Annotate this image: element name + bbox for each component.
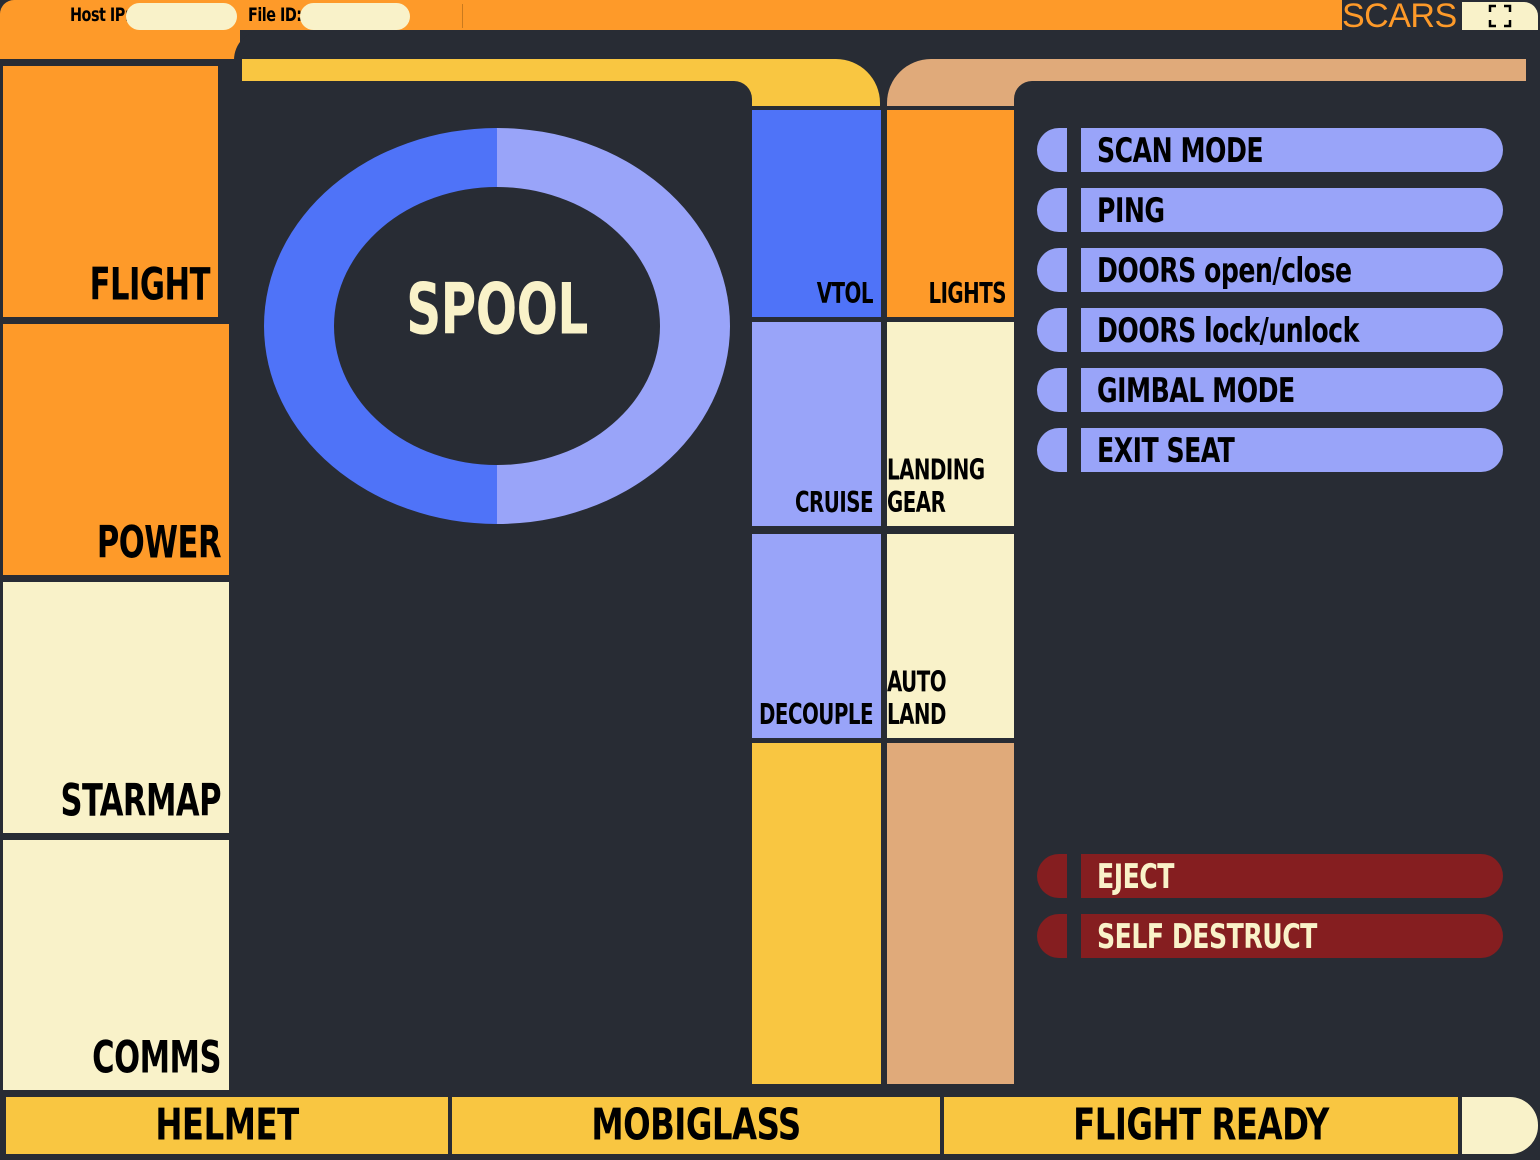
header-lower-strip	[0, 30, 240, 59]
doors-lock-unlock-label: DOORS lock/unlock	[1097, 310, 1359, 350]
eject-button[interactable]: EJECT	[1037, 854, 1503, 898]
starmap-label: STARMAP	[60, 775, 221, 827]
flight-ready-button[interactable]: FLIGHT READY	[944, 1097, 1458, 1154]
eject-label: EJECT	[1097, 856, 1174, 896]
vtol-label: VTOL	[816, 278, 874, 312]
lights-button[interactable]: LIGHTS	[887, 110, 1014, 317]
lights-label: LIGHTS	[928, 278, 1006, 312]
brand-title: SCARS	[1342, 0, 1457, 35]
host-ip-label: Host IP:	[70, 3, 131, 26]
landing-gear-label: LANDING GEAR	[887, 455, 985, 520]
scan-mode-button[interactable]: SCAN MODE	[1037, 128, 1503, 172]
bottom-bar-endcap	[1462, 1097, 1538, 1154]
exit-seat-button[interactable]: EXIT SEAT	[1037, 428, 1503, 472]
mobiglass-button[interactable]: MOBIGLASS	[452, 1097, 940, 1154]
flight-label: FLIGHT	[89, 259, 211, 311]
decouple-button[interactable]: DECOUPLE	[752, 534, 881, 738]
flight-ready-label: FLIGHT READY	[1073, 1100, 1329, 1151]
doors-open-close-label: DOORS open/close	[1097, 250, 1352, 290]
spool-button[interactable]: SPOOL	[264, 128, 730, 524]
mobiglass-label: MOBIGLASS	[591, 1100, 801, 1151]
power-button[interactable]: POWER	[3, 324, 229, 575]
gimbal-mode-label: GIMBAL MODE	[1097, 370, 1295, 410]
helmet-label: HELMET	[155, 1100, 299, 1151]
landing-gear-button[interactable]: LANDING GEAR	[887, 322, 1014, 526]
self-destruct-label: SELF DESTRUCT	[1097, 916, 1317, 956]
auto-land-label: AUTO LAND	[887, 667, 947, 732]
flight-button[interactable]: FLIGHT	[3, 66, 218, 317]
vtol-button[interactable]: VTOL	[752, 110, 881, 317]
comms-button[interactable]: COMMS	[3, 840, 229, 1090]
decouple-label: DECOUPLE	[758, 699, 874, 733]
cruise-label: CRUISE	[795, 487, 873, 521]
self-destruct-button[interactable]: SELF DESTRUCT	[1037, 914, 1503, 958]
starmap-button[interactable]: STARMAP	[3, 582, 229, 833]
comms-label: COMMS	[92, 1032, 221, 1084]
ping-label: PING	[1097, 190, 1165, 230]
host-ip-input[interactable]	[126, 3, 237, 30]
top-elbow-tan-inner	[1014, 81, 1534, 111]
header-divider	[462, 4, 463, 28]
doors-open-close-button[interactable]: DOORS open/close	[1037, 248, 1503, 292]
mid-right-tan-block	[887, 743, 1014, 1084]
helmet-button[interactable]: HELMET	[6, 1097, 448, 1154]
auto-land-button[interactable]: AUTO LAND	[887, 534, 1014, 738]
file-id-label: File ID:	[248, 3, 302, 26]
fullscreen-icon	[1488, 4, 1512, 28]
gimbal-mode-button[interactable]: GIMBAL MODE	[1037, 368, 1503, 412]
top-elbow-yellow-inner	[242, 81, 752, 111]
power-label: POWER	[96, 517, 222, 569]
ping-button[interactable]: PING	[1037, 188, 1503, 232]
scan-mode-label: SCAN MODE	[1097, 130, 1264, 170]
spool-label: SPOOL	[406, 268, 588, 351]
fullscreen-button[interactable]	[1462, 2, 1538, 30]
mid-left-yellow-block	[752, 743, 881, 1084]
doors-lock-unlock-button[interactable]: DOORS lock/unlock	[1037, 308, 1503, 352]
exit-seat-label: EXIT SEAT	[1097, 430, 1235, 470]
cruise-button[interactable]: CRUISE	[752, 322, 881, 526]
file-id-input[interactable]	[300, 3, 410, 30]
